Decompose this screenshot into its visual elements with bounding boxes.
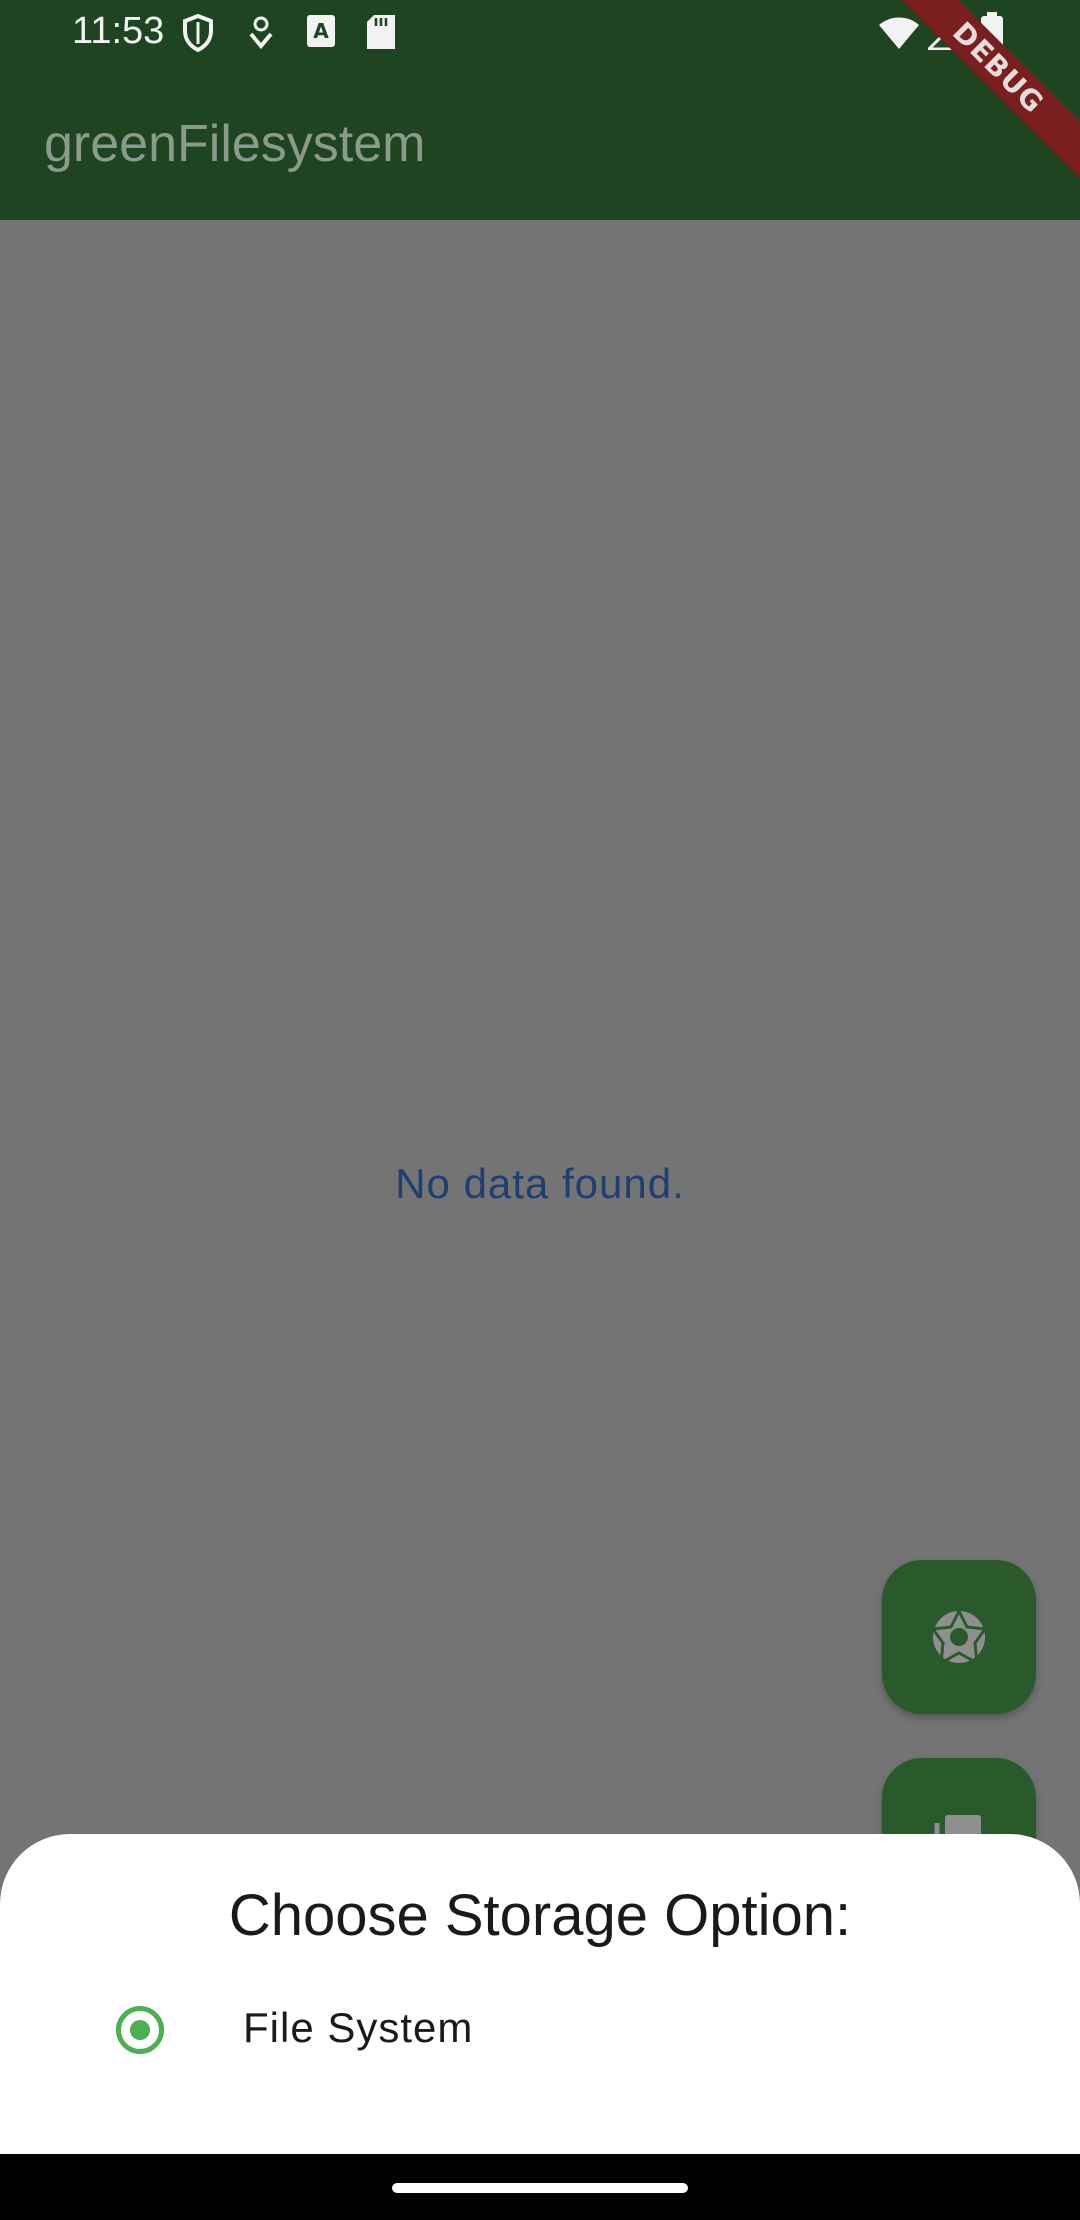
app-bar: 11:53 A greenFilesystem [0, 0, 1080, 220]
sd-card-icon [366, 14, 396, 55]
storage-option-file-system[interactable]: File System [90, 1984, 990, 2084]
status-time: 11:53 [72, 10, 165, 52]
camera-button[interactable] [882, 1560, 1036, 1714]
app-title: greenFilesystem [44, 115, 426, 173]
storage-bottom-sheet: Choose Storage Option: File System [0, 1834, 1080, 2154]
wifi-icon [878, 16, 920, 55]
radio-button-selected[interactable] [116, 2006, 164, 2054]
content-area: No data found. [0, 220, 1080, 1912]
option-label: File System [243, 2004, 474, 2051]
navigation-bar [0, 2154, 1080, 2220]
empty-state-message: No data found. [395, 1160, 685, 1207]
camera-aperture-icon [931, 1610, 987, 1665]
svg-text:A: A [313, 19, 329, 43]
a-icon: A [306, 14, 336, 53]
shield-icon [182, 13, 214, 57]
radio-dot [130, 2020, 150, 2040]
download-icon [246, 14, 276, 57]
sheet-title: Choose Storage Option: [228, 1883, 852, 1948]
home-gesture-handle[interactable] [392, 2183, 688, 2193]
